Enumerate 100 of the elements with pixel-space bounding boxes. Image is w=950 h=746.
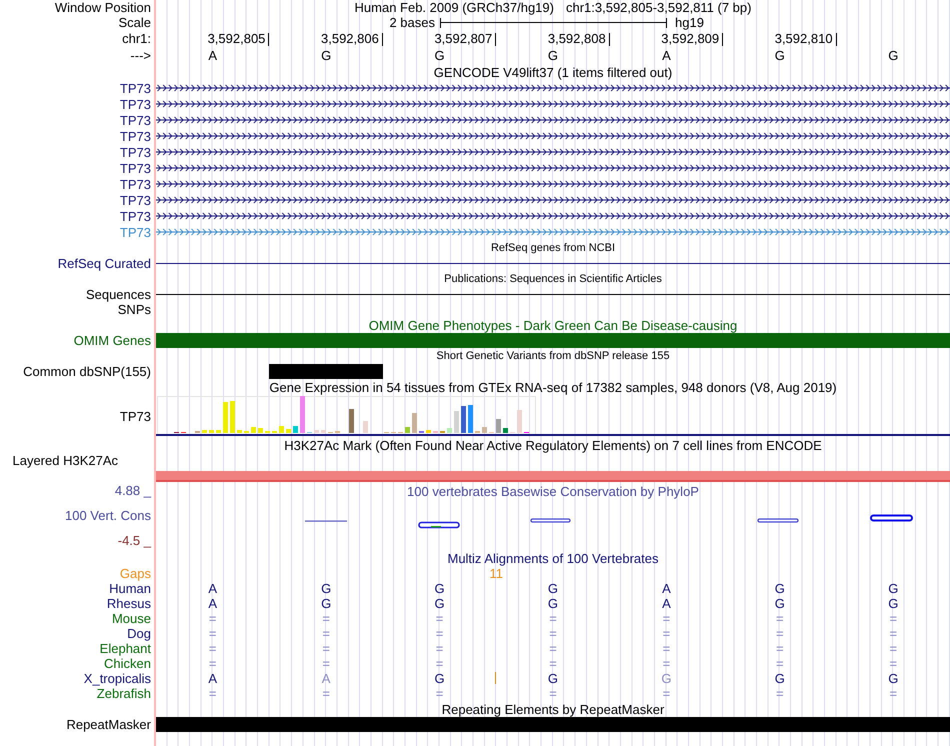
- alignment-base: =: [889, 656, 898, 671]
- track-label[interactable]: 100 Vert. Cons: [65, 508, 151, 523]
- gene-label[interactable]: TP73: [120, 208, 151, 224]
- alignment-base: G: [888, 596, 898, 611]
- track-title: Repeating Elements by RepeatMasker: [442, 702, 664, 716]
- species-label[interactable]: Human: [109, 581, 151, 596]
- gap-count: 11: [490, 566, 504, 581]
- track-label[interactable]: OMIM Genes: [74, 333, 151, 348]
- base-letter: G: [548, 48, 558, 63]
- row-label: Window Position: [54, 0, 151, 15]
- alignment-base: =: [436, 641, 444, 656]
- row-label: --->: [130, 48, 151, 63]
- scale-text: 2 bases: [389, 15, 435, 30]
- gene-label[interactable]: TP73: [120, 112, 151, 128]
- gene-label[interactable]: TP73: [120, 160, 151, 176]
- alignment-base: A: [322, 671, 330, 686]
- alignment-base: A: [208, 671, 218, 686]
- alignment-base: G: [888, 581, 898, 596]
- position-text: chr1:3,592,805-3,592,811 (7 bp): [566, 0, 752, 15]
- alignment-base: =: [889, 641, 898, 656]
- species-label[interactable]: Elephant: [100, 641, 151, 656]
- alignment-base: =: [549, 626, 557, 641]
- gene-label[interactable]: TP73: [120, 96, 151, 112]
- alignment-base: =: [549, 686, 557, 701]
- alignment-base: =: [436, 626, 444, 641]
- track-title: Short Genetic Variants from dbSNP release 155: [436, 348, 670, 364]
- alignment-base: =: [208, 656, 216, 671]
- species-label[interactable]: Chicken: [104, 656, 151, 671]
- base-letter: A: [208, 48, 218, 63]
- track-title: Publications: Sequences in Scientific Articles: [444, 272, 662, 286]
- conservation-mark: [530, 518, 570, 522]
- assembly-text: Human Feb. 2009 (GRCh37/hg19): [354, 0, 554, 15]
- gene-label[interactable]: TP73: [120, 176, 151, 192]
- track-label[interactable]: Common dbSNP(155): [23, 364, 151, 379]
- alignment-base: =: [322, 641, 330, 656]
- alignment-base: G: [888, 671, 898, 686]
- species-label[interactable]: Mouse: [112, 611, 151, 626]
- alignment-base: =: [322, 656, 330, 671]
- alignment-base: =: [322, 611, 330, 626]
- alignment-base: =: [436, 686, 444, 701]
- alignment-base: =: [322, 626, 330, 641]
- conservation-mark: [758, 518, 798, 522]
- conservation-mark: [305, 520, 347, 522]
- species-label[interactable]: Rhesus: [106, 596, 151, 611]
- alignment-base: =: [662, 656, 670, 671]
- ruler-label: 3,592,809: [661, 31, 720, 46]
- alignment-base: =: [776, 686, 784, 701]
- ruler-label: 3,592,805: [208, 31, 266, 46]
- track-label[interactable]: Sequences: [86, 287, 151, 302]
- gene-label[interactable]: TP73: [120, 144, 151, 160]
- alignment-base: =: [208, 686, 216, 701]
- alignment-base: =: [662, 686, 670, 701]
- alignment-base: =: [549, 611, 557, 626]
- track-title: GENCODE V49lift37 (1 items filtered out): [434, 64, 672, 80]
- alignment-base: =: [662, 611, 670, 626]
- alignment-base: =: [889, 611, 898, 626]
- alignment-base: =: [662, 641, 670, 656]
- gene-label[interactable]: TP73: [120, 224, 151, 240]
- track-label[interactable]: SNPs: [118, 302, 151, 317]
- ruler-label: 3,592,810: [774, 31, 833, 46]
- track-title: H3K27Ac Mark (Often Found Near Active Regulatory Elements) on 7 cell lines from ENCODE: [284, 438, 822, 452]
- species-label[interactable]: Dog: [127, 626, 151, 641]
- ruler-label: 3,592,808: [548, 31, 606, 46]
- alignment-base: G: [434, 596, 445, 611]
- alignment-base: G: [321, 596, 332, 611]
- track-title: 100 vertebrates Basewise Conservation by PhyloP: [407, 484, 699, 498]
- alignment-base: A: [662, 581, 671, 596]
- track-title: Multiz Alignments of 100 Vertebrates: [447, 550, 658, 566]
- species-label[interactable]: Zebrafish: [96, 686, 151, 701]
- alignment-base: =: [208, 641, 216, 656]
- ruler-label: 3,592,806: [321, 31, 379, 46]
- base-letter: G: [434, 48, 445, 63]
- alignment-base: =: [776, 641, 784, 656]
- alignment-base: A: [662, 596, 671, 611]
- alignment-base: =: [549, 641, 557, 656]
- base-letter: G: [321, 48, 332, 63]
- alignment-base: =: [889, 626, 898, 641]
- track-label[interactable]: RepeatMasker: [66, 717, 151, 732]
- gene-label[interactable]: TP73: [120, 80, 151, 96]
- alignment-base: =: [549, 656, 557, 671]
- gene-label[interactable]: TP73: [120, 128, 151, 144]
- row-label: Scale: [118, 15, 151, 30]
- axis-max-label: 4.88 _: [114, 483, 151, 498]
- alignment-base: =: [436, 656, 444, 671]
- alignment-base: G: [774, 671, 785, 686]
- alignment-base: G: [661, 671, 672, 686]
- track-title: RefSeq genes from NCBI: [490, 240, 616, 256]
- alignment-base: G: [434, 581, 445, 596]
- species-label[interactable]: X_tropicalis: [84, 671, 151, 686]
- track-title: Gene Expression in 54 tissues from GTEx RNA-seq of 17382 samples, 948 donors (V8, Aug 2019): [269, 380, 837, 394]
- alignment-base: =: [208, 611, 216, 626]
- track-label[interactable]: TP73: [120, 408, 151, 424]
- base-letter: G: [888, 48, 898, 63]
- alignment-base: G: [434, 671, 445, 686]
- track-label[interactable]: Layered H3K27Ac: [12, 453, 151, 468]
- track-label[interactable]: RefSeq Curated: [58, 256, 151, 271]
- gene-label[interactable]: TP73: [120, 192, 151, 208]
- assembly-label: hg19: [675, 15, 704, 30]
- track-title: OMIM Gene Phenotypes - Dark Green Can Be Disease-causing: [368, 318, 738, 332]
- alignment-base: =: [436, 611, 444, 626]
